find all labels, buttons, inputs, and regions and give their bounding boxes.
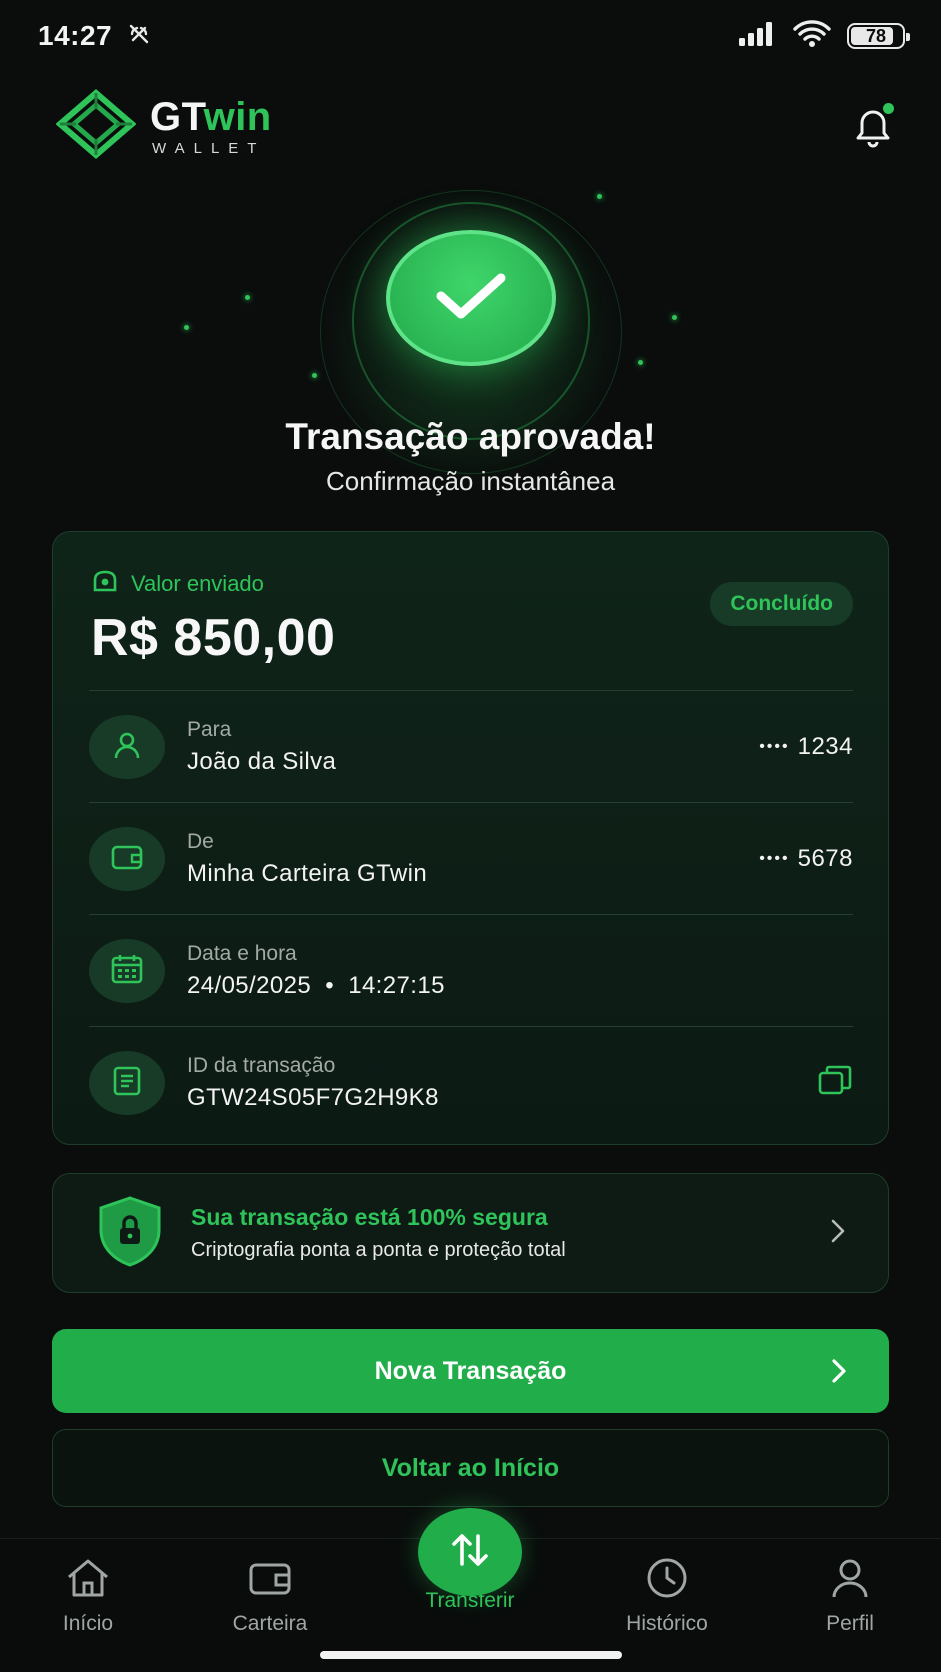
- datetime-label: Data e hora: [187, 942, 297, 965]
- nav-item-perfil[interactable]: Perfil: [790, 1557, 910, 1636]
- copy-id-button[interactable]: [817, 1064, 853, 1103]
- success-title: Transação aprovada!: [285, 416, 656, 457]
- transaction-details-card: Valor enviado R$ 850,00 Concluído Para J…: [52, 531, 889, 1145]
- transaction-id-value: GTW24S05F7G2H9K8: [187, 1084, 439, 1111]
- calendar-icon: [110, 953, 144, 990]
- recipient-label: Para: [187, 718, 232, 741]
- status-time: 14:27: [38, 20, 113, 51]
- checkmark-icon: [431, 268, 511, 329]
- gtwin-logo-icon: [55, 88, 137, 164]
- divider: [89, 802, 853, 803]
- datetime-row: Data e hora 24/05/2025 • 14:27:15: [89, 916, 853, 1026]
- datetime-value: 24/05/2025 • 14:27:15: [187, 972, 445, 999]
- copy-icon: [817, 1064, 853, 1103]
- notifications-button[interactable]: [850, 103, 896, 149]
- signal-icon: [737, 21, 777, 51]
- sender-name: Minha Carteira GTwin: [187, 860, 428, 887]
- home-icon: [64, 1557, 112, 1604]
- brand-subtitle: WALLET: [152, 139, 266, 157]
- nav-item-carteira[interactable]: Carteira: [210, 1557, 330, 1636]
- sender-row: De Minha Carteira GTwin •••• 5678: [89, 804, 853, 914]
- transfer-icon: [448, 1530, 492, 1575]
- wallet-icon: [246, 1557, 294, 1604]
- amount-section: Valor enviado R$ 850,00 Concluído: [91, 568, 853, 667]
- chevron-right-icon: [828, 1217, 848, 1250]
- nav-item-historico[interactable]: Histórico: [607, 1557, 727, 1636]
- chevron-right-icon: [829, 1357, 849, 1392]
- wifi-icon: [793, 19, 831, 53]
- brand-name: GTwin: [150, 94, 272, 139]
- success-hero: Transação aprovada! Confirmação instantâ…: [0, 180, 941, 500]
- security-subtitle: Criptografia ponta a ponta e proteção to…: [191, 1239, 566, 1261]
- battery-indicator: 78: [847, 23, 910, 49]
- recipient-account: •••• 1234: [759, 733, 853, 760]
- clock-icon: [643, 1557, 691, 1604]
- new-transaction-button[interactable]: Nova Transação: [52, 1329, 889, 1413]
- amount-label: Valor enviado: [131, 571, 264, 596]
- receipt-icon: [112, 1065, 142, 1102]
- status-badge: Concluído: [710, 582, 853, 626]
- transaction-id-label: ID da transação: [187, 1054, 336, 1077]
- sender-label: De: [187, 830, 214, 853]
- status-bar: 14:27 78: [0, 0, 941, 72]
- money-bag-icon: [91, 568, 119, 600]
- divider: [89, 914, 853, 915]
- sender-account: •••• 5678: [759, 845, 853, 872]
- recipient-row: Para João da Silva •••• 1234: [89, 692, 853, 802]
- recipient-name: João da Silva: [187, 748, 337, 775]
- notification-dot: [883, 103, 894, 114]
- divider: [89, 1026, 853, 1027]
- success-subtitle: Confirmação instantânea: [325, 466, 616, 496]
- dnd-off-icon: [126, 21, 152, 52]
- success-check: [386, 230, 556, 366]
- security-title: Sua transação está 100% segura: [191, 1204, 548, 1230]
- brand-logo: GTwin WALLET: [55, 88, 272, 164]
- divider: [89, 690, 853, 691]
- wallet-icon: [110, 842, 144, 877]
- app-header: GTwin WALLET: [55, 88, 896, 164]
- back-home-button[interactable]: Voltar ao Início: [52, 1429, 889, 1507]
- user-icon: [111, 729, 143, 766]
- transfer-fab-button[interactable]: [418, 1508, 522, 1596]
- home-indicator: [320, 1651, 622, 1659]
- shield-lock-icon: [93, 1194, 167, 1273]
- user-icon: [826, 1557, 874, 1604]
- transaction-id-row: ID da transação GTW24S05F7G2H9K8: [89, 1028, 853, 1138]
- security-info-card[interactable]: Sua transação está 100% segura Criptogra…: [52, 1173, 889, 1293]
- nav-item-inicio[interactable]: Início: [28, 1557, 148, 1636]
- bell-icon: [850, 110, 896, 153]
